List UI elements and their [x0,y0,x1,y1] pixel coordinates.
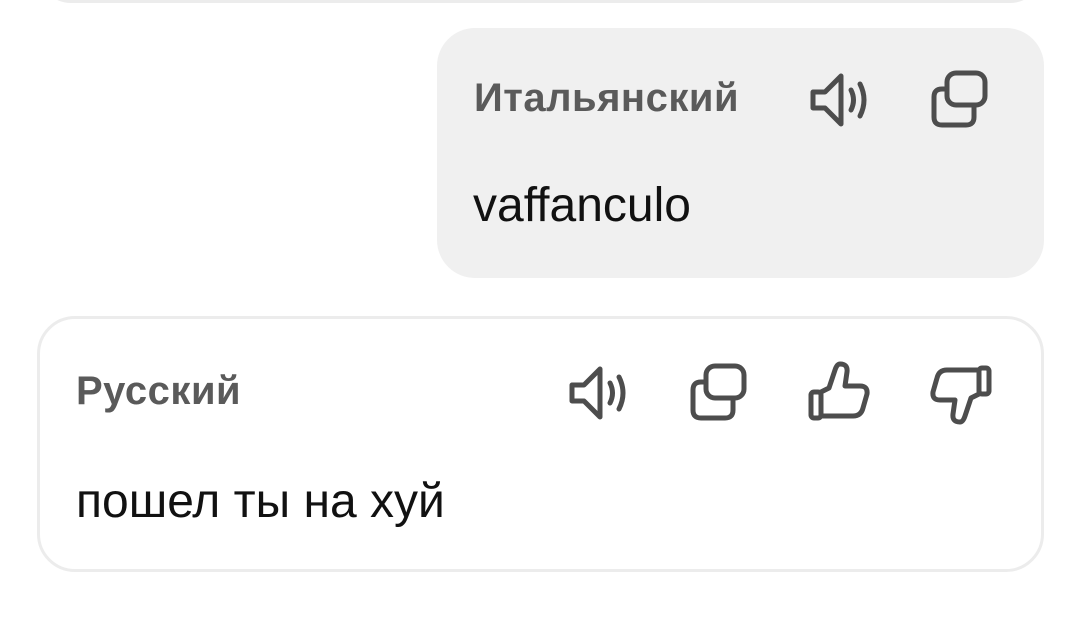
copy-icon [931,70,988,128]
speaker-icon [569,366,626,420]
source-speak-button[interactable] [803,63,877,137]
thumbs-up-icon [808,361,870,421]
source-language-label: Итальянский [474,76,740,120]
dislike-button[interactable] [923,356,997,430]
translation-text: пошел ты на хуй [76,475,445,528]
translation-view: Итальянский vaffanculo Русский пошел ты … [0,0,1080,623]
source-copy-button[interactable] [924,63,998,137]
target-speak-button[interactable] [562,356,636,430]
speaker-icon [810,73,867,127]
translation-card: Русский пошел ты на хуй [37,316,1044,572]
target-language-label: Русский [76,369,242,413]
like-button[interactable] [803,356,877,430]
previous-card-edge [38,0,1043,3]
thumbs-down-icon [930,365,992,425]
copy-icon [690,363,747,421]
source-text: vaffanculo [473,179,691,232]
source-card: Итальянский vaffanculo [437,28,1044,278]
target-copy-button[interactable] [683,356,757,430]
